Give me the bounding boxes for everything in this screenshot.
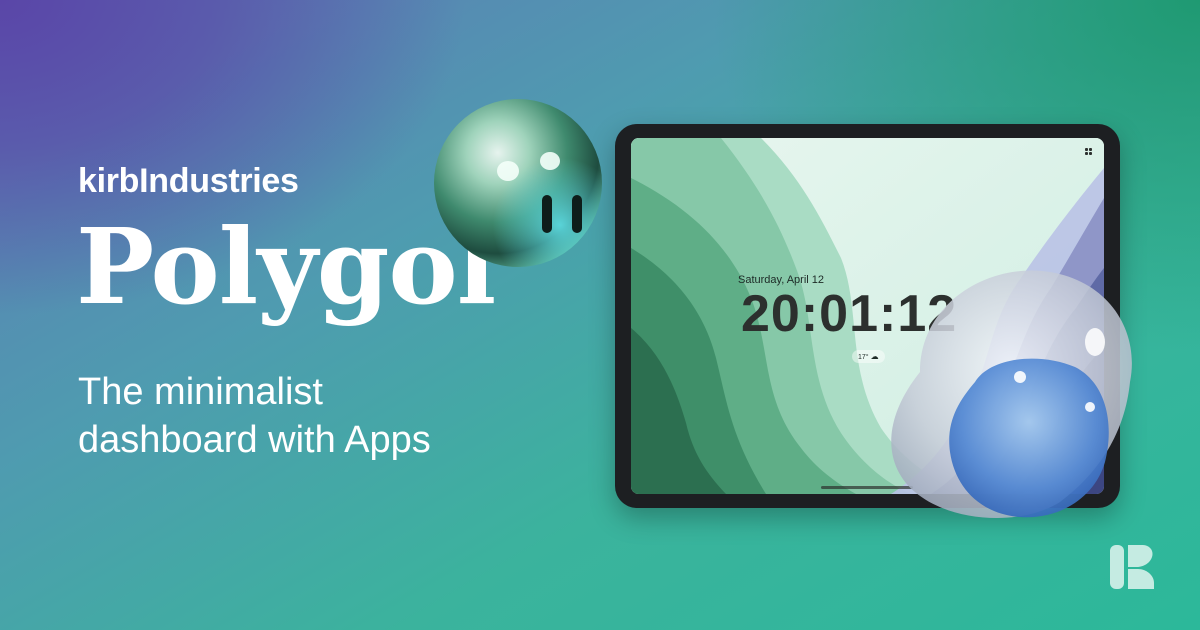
cloud-icon: ☁ (870, 352, 879, 361)
tagline: The minimalist dashboard with Apps (78, 368, 431, 464)
settings-grid-icon[interactable] (1085, 148, 1092, 155)
chrome-ball-face (434, 99, 602, 267)
kirb-k-logo (1110, 545, 1154, 589)
tagline-line-1: The minimalist (78, 371, 323, 413)
tagline-line-2: dashboard with Apps (78, 419, 431, 461)
glass-blob-face (891, 270, 1132, 519)
brand-name: kirbIndustries (78, 162, 299, 200)
weather-temp: 17° (858, 354, 869, 361)
